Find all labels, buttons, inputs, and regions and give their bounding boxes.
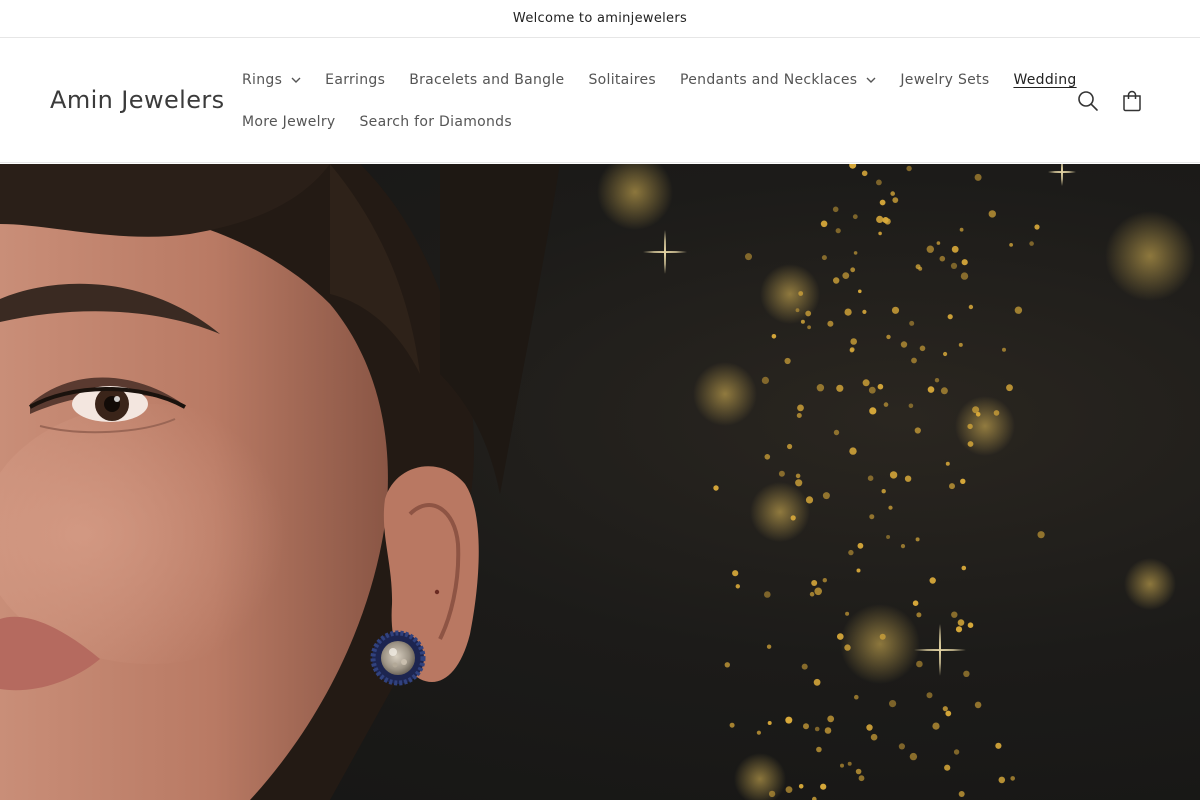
nav-item-label: Bracelets and Bangle [409,72,565,88]
nav-item-pendants-and-necklaces[interactable]: Pendants and Necklaces [680,70,876,90]
nav-item-wedding[interactable]: Wedding [1013,70,1076,90]
nav-item-label: Solitaires [588,72,656,88]
nav-item-label: Earrings [325,72,386,88]
nav-item-more-jewelry[interactable]: More Jewelry [242,112,336,132]
announcement-bar: Welcome to aminjewelers [0,0,1200,38]
hero-banner[interactable] [0,164,1200,800]
nav-item-jewelry-sets[interactable]: Jewelry Sets [900,70,989,90]
nav-item-bracelets-and-bangle[interactable]: Bracelets and Bangle [409,70,564,90]
nav-row-2: More Jewelry Search for Diamonds [242,112,536,132]
chevron-down-icon [291,75,301,85]
site-header: Amin Jewelers Rings Earrings Bracelets a… [0,39,1200,163]
chevron-down-icon [866,75,876,85]
gold-sparkles [597,164,1195,800]
nav-item-rings[interactable]: Rings [242,70,301,90]
nav-item-label: Jewelry Sets [900,72,990,88]
nav-item-search-for-diamonds[interactable]: Search for Diamonds [360,112,512,132]
nav-item-label: Search for Diamonds [359,114,512,130]
shopping-bag-icon [1120,89,1144,113]
search-icon [1076,89,1100,113]
nav-row-1: Rings Earrings Bracelets and Bangle Soli… [242,70,1101,90]
announcement-text: Welcome to aminjewelers [512,11,688,26]
search-button[interactable] [1076,89,1100,113]
nav-item-solitaires[interactable]: Solitaires [588,70,656,90]
nav-item-earrings[interactable]: Earrings [325,70,385,90]
brand-logo-link[interactable]: Amin Jewelers [50,86,225,114]
nav-item-label: Pendants and Necklaces [680,72,858,88]
nav-item-label: Wedding [1013,72,1077,88]
nav-item-label: Rings [242,72,283,88]
nav-item-label: More Jewelry [242,114,336,130]
cart-button[interactable] [1120,89,1144,113]
